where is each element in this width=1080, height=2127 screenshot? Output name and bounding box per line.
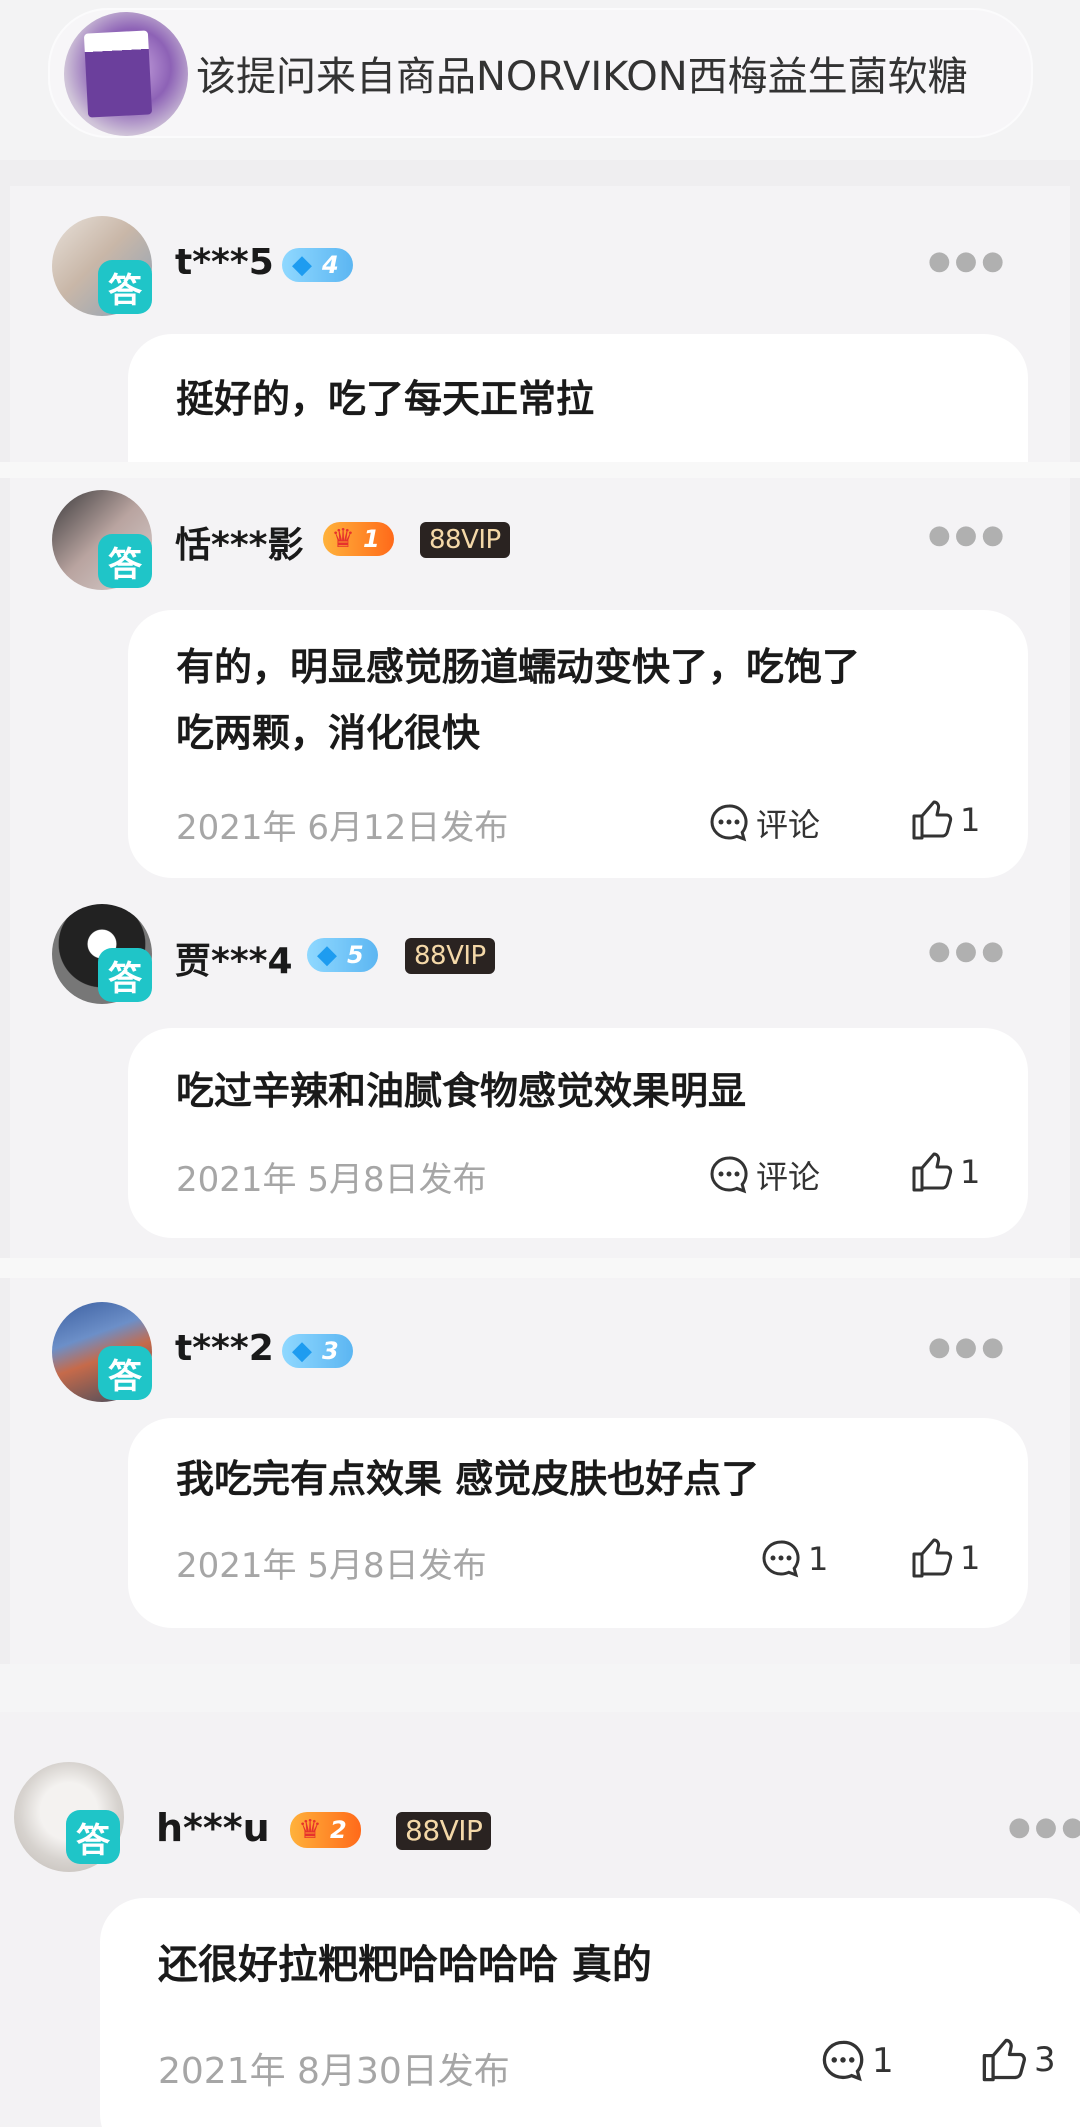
like-count: 1 [960,801,981,839]
vip-badge: 88VIP [396,1812,492,1850]
divider [0,1258,1080,1278]
comment-button[interactable]: 评论 [708,800,820,846]
product-thumbnail[interactable] [64,12,188,136]
like-button[interactable]: 3 [980,2036,1056,2084]
diamond-icon: ◆ [292,250,312,280]
more-dots-icon[interactable]: ●●● [1008,1812,1080,1842]
diamond-icon: ◆ [317,940,337,970]
post-date: 2021年 5月8日发布 [176,1160,487,1200]
answer-text: 挺好的，吃了每天正常拉 [176,377,595,421]
level-badge: ◆ 3 [282,1334,353,1368]
comment-button[interactable]: 评论 [708,1152,820,1198]
comment-count: 1 [808,1540,829,1578]
comment-bubble-icon [822,2040,864,2082]
answer-badge: 答 [66,1810,120,1864]
answer-text: 有的，明显感觉肠道蠕动变快了，吃饱了 吃两颗，消化很快 [176,634,860,766]
divider [0,1664,1080,1712]
username[interactable]: t***5 [175,242,274,283]
answer-text-line: 有的，明显感觉肠道蠕动变快了，吃饱了 [176,645,861,689]
username[interactable]: h***u [156,1806,270,1850]
crown-icon: ♛ [331,524,355,554]
level-badge: ♛ 1 [323,522,394,556]
comment-bubble-icon [710,804,748,842]
post-date: 2021年 5月8日发布 [176,1546,487,1586]
answer-text: 我吃完有点效果 感觉皮肤也好点了 [176,1457,760,1501]
like-count: 3 [1034,2040,1056,2080]
level-badge: ◆ 5 [307,938,378,972]
comment-label: 评论 [756,806,821,844]
thumbs-up-icon [982,2038,1026,2082]
answer-card: 答 t***5 ◆ 4 ●●● 挺好的，吃了每天正常拉 [10,186,1070,462]
username[interactable]: 恬***影 [175,516,303,568]
vip-badge: 88VIP [405,938,495,974]
answer-badge: 答 [98,1346,152,1400]
like-button[interactable]: 1 [910,798,980,842]
more-dots-icon[interactable]: ●●● [928,520,1008,550]
like-button[interactable]: 1 [910,1536,980,1580]
comment-bubble-icon [710,1156,748,1194]
post-date: 2021年 6月12日发布 [176,808,509,848]
divider [0,462,1080,478]
vip-badge: 88VIP [420,522,510,558]
answer-card: 答 贾***4 ◆ 5 88VIP ●●● 吃过辛辣和油腻食物感觉效果明显 20… [10,890,1070,1258]
comment-button[interactable]: 1 [760,1538,828,1580]
comment-count: 1 [872,2041,894,2081]
answer-badge: 答 [98,534,152,588]
answer-badge: 答 [98,260,152,314]
answer-card: 答 恬***影 ♛ 1 88VIP ●●● 有的，明显感觉肠道蠕动变快了，吃饱了… [10,478,1070,890]
answer-text: 吃过辛辣和油腻食物感觉效果明显 [176,1069,747,1113]
like-count: 1 [960,1539,981,1577]
like-count: 1 [960,1153,981,1191]
username[interactable]: t***2 [175,1328,274,1369]
thumbs-up-icon [912,1538,953,1578]
product-source-text: 该提问来自商品NORVIKON西梅益生菌软糖 [196,54,968,100]
answer-text: 还很好拉粑粑哈哈哈哈 真的 [158,1942,652,1988]
comment-button[interactable]: 1 [820,2038,894,2084]
like-button[interactable]: 1 [910,1150,980,1194]
comment-bubble-icon [762,1540,800,1578]
answer-text-line: 吃两颗，消化很快 [176,711,481,755]
post-date: 2021年 8月30日发布 [158,2051,510,2092]
thumbs-up-icon [912,800,953,840]
crown-icon: ♛ [298,1815,322,1845]
answer-badge: 答 [98,948,152,1002]
more-dots-icon[interactable]: ●●● [928,246,1008,276]
level-badge: ◆ 4 [282,248,353,282]
username[interactable]: 贾***4 [175,932,293,984]
answer-card: 答 t***2 ◆ 3 ●●● 我吃完有点效果 感觉皮肤也好点了 2021年 5… [10,1278,1070,1664]
more-dots-icon[interactable]: ●●● [928,936,1008,966]
diamond-icon: ◆ [292,1336,312,1366]
more-dots-icon[interactable]: ●●● [928,1332,1008,1362]
comment-label: 评论 [756,1158,821,1196]
product-header: 该提问来自商品NORVIKON西梅益生菌软糖 [0,0,1080,160]
answer-card: 答 h***u ♛ 2 88VIP ●●● 还很好拉粑粑哈哈哈哈 真的 2021… [0,1712,1080,2127]
thumbs-up-icon [912,1152,953,1192]
level-badge: ♛ 2 [290,1812,361,1848]
